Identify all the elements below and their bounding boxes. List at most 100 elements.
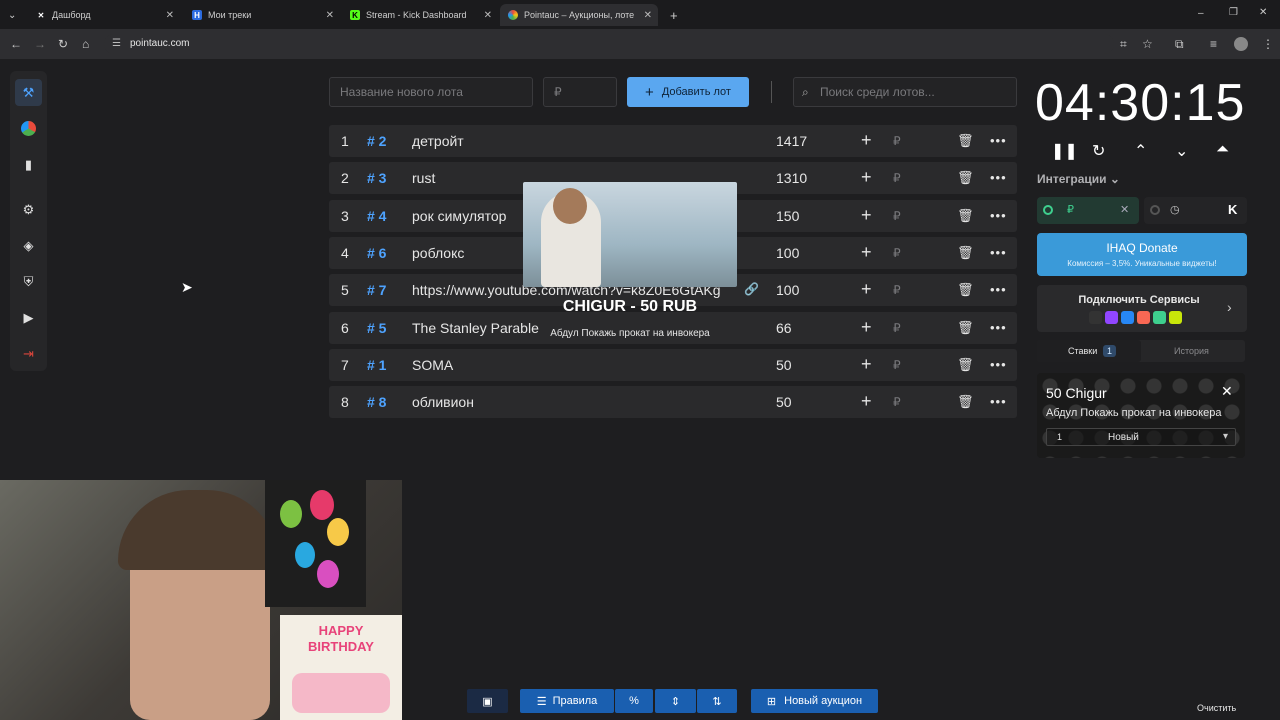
lot-add-amount-input[interactable]: ₽ [893,283,901,297]
add-amount-plus-icon[interactable]: + [861,205,872,226]
add-amount-plus-icon[interactable]: + [861,317,872,338]
add-amount-plus-icon[interactable]: + [861,167,872,188]
url-field[interactable]: ☰ pointauc.com [104,34,1114,54]
bid-card[interactable]: 50 Chigur ✕ Абдул Покажь прокат на инвок… [1037,373,1245,458]
more-dots-icon[interactable]: ••• [990,357,1007,372]
link-icon[interactable]: 🔗 [744,282,759,296]
reset-icon[interactable]: ↻ [1092,141,1105,161]
more-dots-icon[interactable]: ••• [990,208,1007,223]
settings-icon[interactable]: ⚙ [15,196,42,223]
profile-avatar[interactable] [1234,37,1248,51]
site-info-icon[interactable]: ☰ [112,34,121,54]
add-amount-plus-icon[interactable]: + [861,242,872,263]
reload-icon[interactable]: ↻ [58,37,68,51]
kick-integration[interactable]: ◷ K [1144,197,1247,224]
bookmark-star-icon[interactable]: ☆ [1142,37,1153,51]
lot-add-amount-input[interactable]: ₽ [893,395,901,409]
new-lot-name-input[interactable]: Название нового лота [329,77,533,107]
lot-name[interactable]: детройт [412,133,727,149]
lot-row[interactable]: 8 # 8 обливион 50 + ₽ 🗑 ••• [329,386,1017,418]
iq-donate-button[interactable]: IHAQ Donate Комиссия – 3,5%. Уникальные … [1037,233,1247,276]
logout-icon[interactable]: ⇥ [15,340,42,367]
trash-icon[interactable]: 🗑 [957,357,974,373]
integrations-header[interactable]: Интеграции ⌄ [1037,172,1120,186]
clear-button[interactable]: Очистить [1197,703,1236,713]
chevron-down-icon[interactable]: ⌄ [1175,141,1188,161]
auction-hammer-icon[interactable]: ⚒ [15,79,42,106]
trash-icon[interactable]: 🗑 [957,133,974,149]
connect-services-card[interactable]: › [1037,285,1247,332]
trash-icon[interactable]: 🗑 [957,394,974,410]
lot-name[interactable]: SOMA [412,357,727,373]
chevron-up-icon[interactable]: ⌃ [1134,141,1147,161]
rules-button[interactable]: ☰ Правила [520,689,614,713]
sort-button[interactable]: ⇅ [697,689,737,713]
more-dots-icon[interactable]: ••• [990,245,1007,260]
add-amount-plus-icon[interactable]: + [861,354,872,375]
lot-search-input[interactable]: ⌕ Поиск среди лотов... [793,77,1017,107]
tab-kick-dashboard[interactable]: K Stream - Kick Dashboard ✕ [342,4,498,26]
lot-row[interactable]: 7 # 1 SOMA 50 + ₽ 🗑 ••• [329,349,1017,381]
new-lot-amount-input[interactable]: ₽ [543,77,617,107]
trash-icon[interactable]: 🗑 [957,245,974,261]
add-lot-button[interactable]: + Добавить лот [627,77,749,107]
trash-icon[interactable]: 🗑 [957,282,974,298]
more-dots-icon[interactable]: ••• [990,394,1007,409]
tab-history[interactable]: История [1174,346,1209,356]
tab-pointauc[interactable]: Pointauc – Аукционы, лотереи ✕ [500,4,658,26]
lot-add-amount-input[interactable]: ₽ [893,246,901,260]
lot-add-amount-input[interactable]: ₽ [893,321,901,335]
close-icon[interactable]: ✕ [326,10,334,21]
donatepay-integration[interactable]: ₽ ✕ [1037,197,1139,224]
lot-name[interactable]: обливион [412,394,727,410]
bid-lot-select[interactable]: 1 Новый ▾ [1046,428,1236,446]
close-icon[interactable]: ✕ [166,10,174,21]
close-icon[interactable]: ✕ [644,10,652,21]
remove-x-icon[interactable]: ✕ [1120,203,1129,216]
percent-button[interactable]: % [615,689,653,713]
more-dots-icon[interactable]: ••• [990,133,1007,148]
more-dots-icon[interactable]: ••• [990,320,1007,335]
pause-icon[interactable]: ❚❚ [1051,141,1078,161]
add-amount-plus-icon[interactable]: + [861,279,872,300]
stats-icon[interactable]: ▮ [15,151,42,178]
lot-add-amount-input[interactable]: ₽ [893,209,901,223]
trash-icon[interactable]: 🗑 [957,208,974,224]
close-icon[interactable]: ✕ [484,10,492,21]
wheel-icon[interactable] [15,115,42,142]
media-icon[interactable]: ≡ [1210,37,1217,51]
home-icon[interactable]: ⌂ [82,37,89,51]
restore-icon[interactable]: ❐ [1229,7,1238,18]
trash-icon[interactable]: 🗑 [957,170,974,186]
layers-icon[interactable]: ◈ [15,232,42,259]
window-close-icon[interactable]: ✕ [1259,7,1267,18]
translate-icon[interactable]: ⌗ [1120,37,1127,52]
double-up-icon[interactable]: ⏶ [1216,141,1229,159]
shield-icon[interactable]: ⛨ [15,268,42,295]
lot-row[interactable]: 1 # 2 детройт 1417 + ₽ 🗑 ••• [329,125,1017,157]
lot-add-amount-input[interactable]: ₽ [893,134,901,148]
trash-icon[interactable]: 🗑 [957,320,974,336]
tab-search-button[interactable]: ⌄ [0,4,28,26]
menu-dots-icon[interactable]: ⋮ [1262,37,1274,51]
back-icon[interactable]: ← [10,37,22,51]
tab-dashboard[interactable]: ✕ Дашборд ✕ [28,4,180,26]
minimize-icon[interactable]: – [1198,8,1204,19]
video-icon[interactable]: ▶ [15,304,42,331]
lot-add-amount-input[interactable]: ₽ [893,171,901,185]
tab-my-tracks[interactable]: H Мои треки ✕ [184,4,340,26]
tab-bids[interactable]: Ставки 1 [1037,340,1141,362]
split-button[interactable]: ⇕ [655,689,696,713]
save-button[interactable]: ▣ [467,689,508,713]
more-dots-icon[interactable]: ••• [990,170,1007,185]
extensions-icon[interactable]: ⧉ [1175,37,1184,52]
toggle-on-icon[interactable] [1043,205,1053,215]
more-dots-icon[interactable]: ••• [990,282,1007,297]
toggle-off-icon[interactable] [1150,205,1160,215]
add-amount-plus-icon[interactable]: + [861,130,872,151]
close-icon[interactable]: ✕ [1221,383,1233,400]
forward-icon[interactable]: → [34,37,46,51]
new-tab-button[interactable]: + [662,4,682,26]
lot-add-amount-input[interactable]: ₽ [893,358,901,372]
add-amount-plus-icon[interactable]: + [861,391,872,412]
